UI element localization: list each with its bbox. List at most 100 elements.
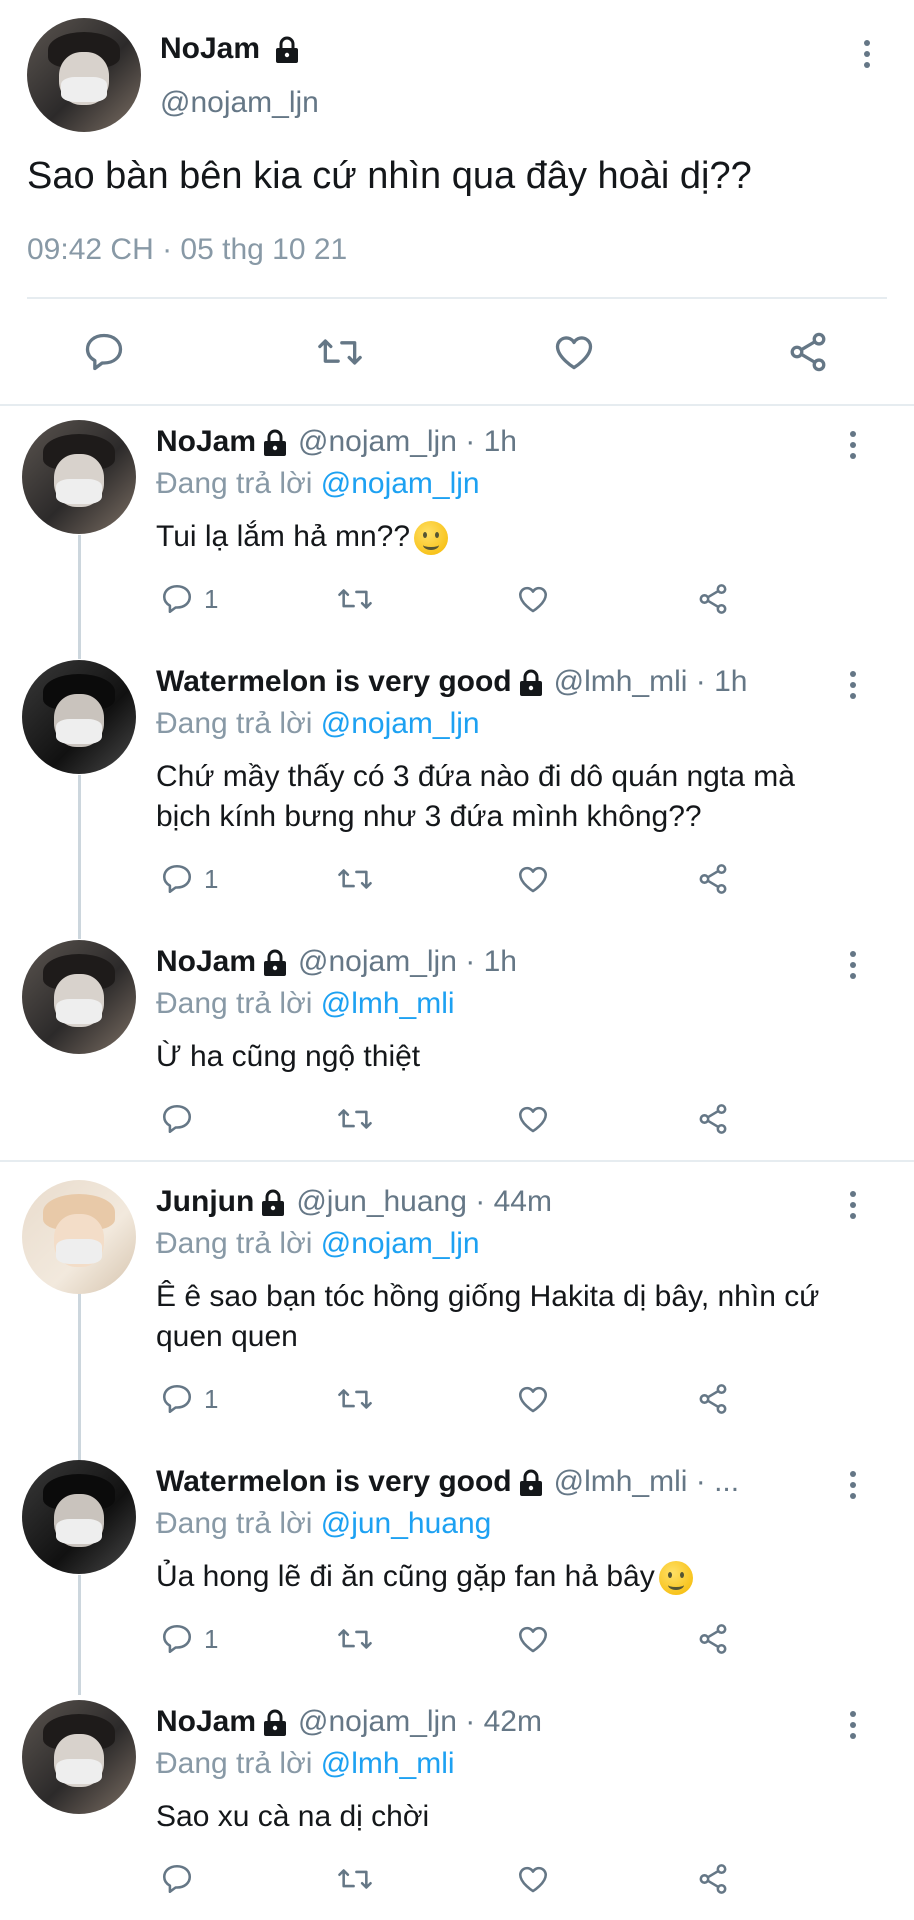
tweet-text: Sao bàn bên kia cứ nhìn qua đây hoài dị?… [27, 155, 752, 197]
reply-text: Ừ ha cũng ngộ thiệt [156, 1040, 421, 1073]
main-tweet: NoJam @nojam_ljn Sao bàn bên kia cứ nhìn… [0, 0, 914, 406]
lock-icon [264, 1709, 287, 1737]
reply-button[interactable] [160, 1102, 204, 1136]
reply-tweet: Junjun @jun_huang · 44m Đang trả lời @noj… [0, 1170, 914, 1450]
more-icon[interactable] [838, 665, 868, 705]
reply-text: Tui lạ lắm hả mn?? [156, 517, 876, 557]
like-icon [518, 866, 548, 893]
reply-button[interactable] [82, 330, 126, 374]
share-button[interactable] [696, 1622, 730, 1656]
author-handle[interactable]: @lmh_mli · 1h [554, 665, 748, 698]
lock-icon [276, 36, 299, 64]
mention-link[interactable]: @lmh_mli [321, 1747, 455, 1780]
replying-to: Đang trả lời @lmh_mli [156, 987, 455, 1020]
avatar[interactable] [22, 940, 136, 1054]
more-icon[interactable] [838, 1465, 868, 1505]
avatar[interactable] [22, 660, 136, 774]
like-button[interactable] [516, 1862, 550, 1896]
reply-count: 1 [204, 1623, 219, 1654]
author-handle[interactable]: @nojam_ljn · 1h [298, 425, 517, 458]
author-handle[interactable]: @jun_huang · 44m [296, 1185, 552, 1218]
retweet-button[interactable] [336, 1862, 374, 1896]
reply-text: Ê ê sao bạn tóc hồng giống Hakita dị bây… [156, 1280, 820, 1353]
divider [27, 297, 887, 299]
mention-link[interactable]: @nojam_ljn [321, 707, 480, 740]
author-name[interactable]: NoJam @nojam_ljn · 1h [156, 945, 517, 979]
retweet-button[interactable] [336, 862, 374, 896]
like-button[interactable] [516, 1102, 550, 1136]
more-icon[interactable] [838, 945, 868, 985]
share-icon [790, 332, 826, 372]
like-button[interactable] [516, 1382, 550, 1416]
avatar[interactable] [22, 1460, 136, 1574]
emoji [414, 521, 449, 556]
reply-count: 1 [204, 1383, 219, 1414]
author-name[interactable]: NoJam [160, 32, 300, 66]
retweet-button[interactable] [336, 1102, 374, 1136]
retweet-button[interactable] [316, 330, 364, 374]
avatar[interactable] [22, 420, 136, 534]
mention-link[interactable]: @lmh_mli [321, 987, 455, 1020]
reply-tweet: Watermelon is very good @lmh_mli · 1h Đan… [0, 650, 914, 930]
author-handle[interactable]: @nojam_ljn [160, 86, 319, 120]
replying-to: Đang trả lời @lmh_mli [156, 1747, 455, 1780]
share-button[interactable] [696, 1862, 730, 1896]
avatar[interactable] [22, 1180, 136, 1294]
more-icon[interactable] [852, 34, 882, 74]
more-icon[interactable] [838, 425, 868, 465]
reply-icon [162, 864, 192, 894]
mention-link[interactable]: @nojam_ljn [321, 467, 480, 500]
share-button[interactable] [696, 1102, 730, 1136]
reply-text: Sao xu cà na dị chời [156, 1800, 430, 1833]
like-icon [518, 1106, 548, 1133]
retweet-icon [338, 1389, 372, 1409]
author-name[interactable]: Watermelon is very good @lmh_mli · ... [156, 1465, 739, 1499]
reply-button[interactable]: 1 [160, 1622, 218, 1656]
reply-text: Ủa hong lẽ đi ăn cũng gặp fan hả bây [156, 1557, 876, 1597]
reply-count: 1 [204, 583, 219, 614]
avatar[interactable] [22, 1700, 136, 1814]
author-name[interactable]: NoJam @nojam_ljn · 42m [156, 1705, 542, 1739]
like-icon [518, 1386, 548, 1413]
reply-button[interactable]: 1 [160, 862, 218, 896]
more-icon[interactable] [838, 1185, 868, 1225]
like-button[interactable] [516, 582, 550, 616]
lock-icon [519, 1469, 542, 1497]
reply-tweet: NoJam @nojam_ljn · 1h Đang trả lời @nojam… [0, 410, 914, 650]
share-button[interactable] [696, 1382, 730, 1416]
divider [0, 1160, 914, 1162]
reply-tweet: NoJam @nojam_ljn · 42m Đang trả lời @lmh_… [0, 1690, 914, 1920]
reply-button[interactable]: 1 [160, 1382, 218, 1416]
avatar[interactable] [27, 18, 141, 132]
author-name[interactable]: Junjun @jun_huang · 44m [156, 1185, 552, 1219]
share-icon [699, 864, 727, 894]
retweet-button[interactable] [336, 582, 374, 616]
share-icon [699, 1384, 727, 1414]
mention-link[interactable]: @nojam_ljn [321, 1227, 480, 1260]
like-button[interactable] [552, 330, 596, 374]
tweet-timestamp[interactable]: 09:42 CH · 05 thg 10 21 [27, 233, 347, 267]
like-button[interactable] [516, 862, 550, 896]
author-handle[interactable]: @nojam_ljn · 42m [298, 1705, 542, 1738]
author-name[interactable]: Watermelon is very good @lmh_mli · 1h [156, 665, 747, 699]
like-icon [518, 1626, 548, 1653]
share-button[interactable] [696, 862, 730, 896]
reply-button[interactable]: 1 [160, 582, 218, 616]
like-button[interactable] [516, 1622, 550, 1656]
author-handle[interactable]: @nojam_ljn · 1h [298, 945, 517, 978]
mention-link[interactable]: @jun_huang [321, 1507, 492, 1540]
more-icon[interactable] [838, 1705, 868, 1745]
reply-count: 1 [204, 863, 219, 894]
lock-icon [264, 429, 287, 457]
author-handle[interactable]: @lmh_mli · ... [554, 1465, 739, 1498]
retweet-button[interactable] [336, 1382, 374, 1416]
emoji [658, 1561, 693, 1596]
replying-to: Đang trả lời @nojam_ljn [156, 1227, 480, 1260]
author-name[interactable]: NoJam @nojam_ljn · 1h [156, 425, 517, 459]
share-button[interactable] [696, 582, 730, 616]
replying-to: Đang trả lời @nojam_ljn [156, 467, 480, 500]
reply-button[interactable] [160, 1862, 204, 1896]
share-button[interactable] [786, 330, 830, 374]
retweet-button[interactable] [336, 1622, 374, 1656]
like-icon [555, 336, 593, 370]
